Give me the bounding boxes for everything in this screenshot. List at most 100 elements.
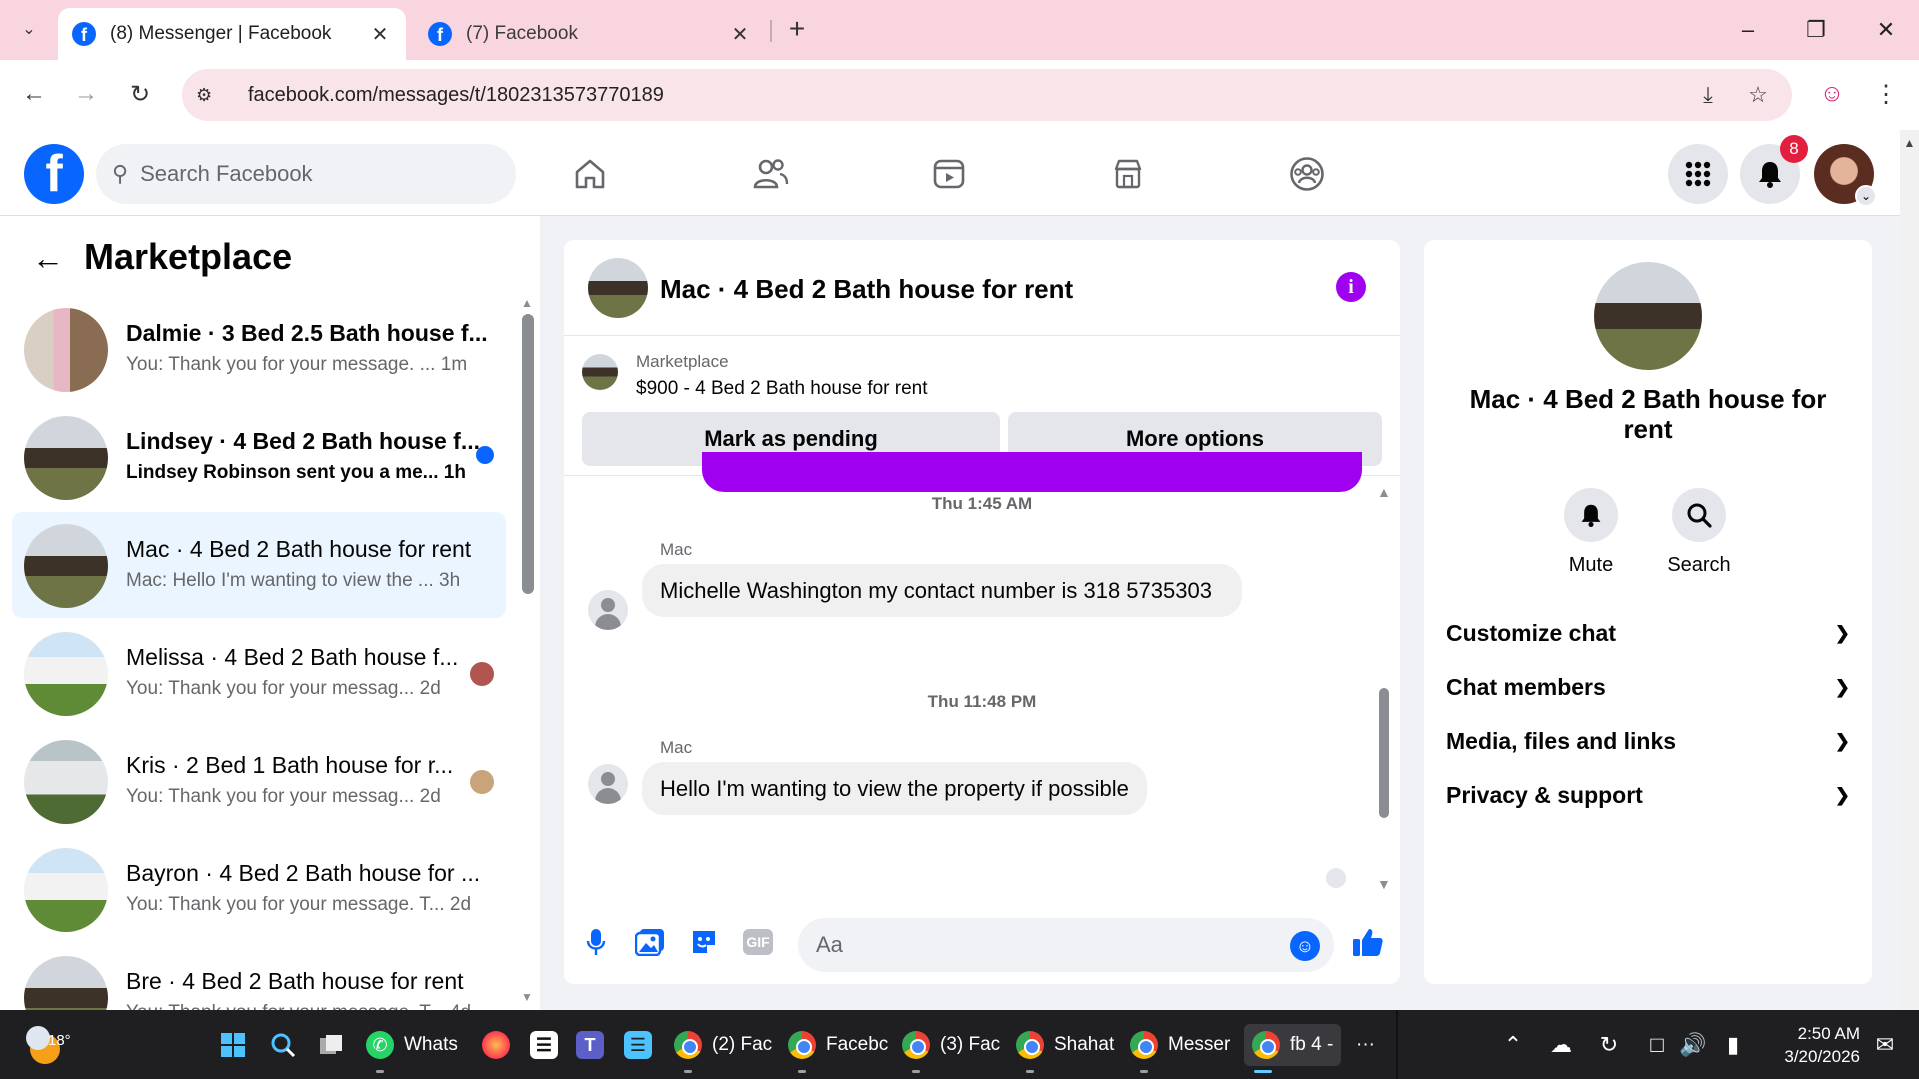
conversation-preview: Lindsey Robinson sent you a me... 1h (126, 462, 466, 484)
scroll-down-arrow-icon[interactable]: ▼ (1377, 876, 1391, 892)
taskbar-chrome-window[interactable]: (2) Fac (674, 1024, 772, 1066)
taskbar-chrome-window-active[interactable]: fb 4 - (1244, 1024, 1342, 1066)
bell-icon[interactable] (1564, 488, 1618, 542)
conversation-item[interactable]: Dalmie · 3 Bed 2.5 Bath house f... You: T… (12, 296, 506, 402)
notification-center-icon[interactable]: ✉ (1870, 1030, 1900, 1060)
scroll-up-arrow-icon[interactable]: ▲ (1900, 136, 1919, 150)
conversation-item[interactable]: Kris · 2 Bed 1 Bath house for r... You: T… (12, 728, 506, 834)
message-composer: GIF ☺ (564, 904, 1400, 984)
sender-avatar[interactable] (588, 764, 628, 804)
scroll-down-arrow-icon[interactable]: ▼ (521, 990, 533, 1004)
media-files-links-section[interactable]: Media, files and links ❯ (1446, 714, 1850, 768)
forward-button[interactable]: → (66, 74, 106, 114)
received-message-bubble[interactable]: Hello I'm wanting to view the property i… (642, 762, 1147, 815)
tab-search-button[interactable]: ⌄ (12, 12, 46, 46)
install-app-icon[interactable]: ⤓ (1692, 79, 1724, 111)
taskbar-chrome-window[interactable]: Messer (1130, 1024, 1230, 1066)
scroll-thumb[interactable] (522, 314, 534, 594)
back-arrow-icon[interactable]: ← (30, 240, 66, 276)
minimize-button[interactable]: – (1728, 10, 1768, 50)
search-icon[interactable] (1672, 488, 1726, 542)
site-info-icon[interactable]: ⚙ (196, 85, 226, 106)
conversation-item[interactable]: Lindsey · 4 Bed 2 Bath house f... Lindsey… (12, 404, 506, 510)
scroll-up-arrow-icon[interactable]: ▲ (1377, 484, 1391, 500)
photo-icon[interactable] (632, 924, 668, 960)
tab-facebook[interactable]: f (7) Facebook ✕ (414, 8, 766, 60)
taskbar-clock[interactable]: 2:50 AM 3/20/2026 (1770, 1022, 1860, 1068)
conversation-item[interactable]: Mac · 4 Bed 2 Bath house for rent Mac: He… (12, 512, 506, 618)
facebook-logo-icon[interactable]: f (24, 144, 84, 204)
sync-icon[interactable]: ↻ (1594, 1030, 1624, 1060)
active-indicator (1254, 1070, 1272, 1073)
taskbar-app-icon[interactable]: ☰ (530, 1024, 568, 1066)
customize-chat-section[interactable]: Customize chat ❯ (1446, 606, 1850, 660)
received-message-bubble[interactable]: Michelle Washington my contact number is… (642, 564, 1242, 617)
chat-list-scrollbar[interactable]: ▲ ▼ (520, 296, 534, 1006)
messages-scrollbar[interactable]: ▲ ▼ (1376, 484, 1392, 894)
close-tab-icon[interactable]: ✕ (728, 22, 752, 47)
taskbar-whatsapp[interactable]: ✆ Whats (366, 1024, 458, 1066)
chat-members-section[interactable]: Chat members ❯ (1446, 660, 1850, 714)
scroll-thumb[interactable] (1379, 688, 1389, 818)
address-bar[interactable]: ⚙ facebook.com/messages/t/18023135737701… (182, 69, 1792, 121)
url-text[interactable]: facebook.com/messages/t/1802313573770189 (248, 84, 664, 107)
thumbs-up-icon[interactable] (1350, 924, 1386, 960)
back-button[interactable]: ← (14, 74, 54, 114)
taskbar-search-icon[interactable] (270, 1024, 296, 1066)
tab-messenger[interactable]: f (8) Messenger | Facebook ✕ (58, 8, 406, 60)
conversation-title[interactable]: Mac · 4 Bed 2 Bath house for rent (660, 274, 1073, 305)
taskbar-teams-icon[interactable]: T (576, 1024, 614, 1066)
conversation-item[interactable]: Bayron · 4 Bed 2 Bath house for ... You: … (12, 836, 506, 942)
chevron-down-icon[interactable]: ⌄ (1855, 185, 1877, 207)
groups-icon[interactable] (1285, 152, 1329, 196)
listing-price-title[interactable]: $900 - 4 Bed 2 Bath house for rent (636, 378, 928, 400)
network-icon[interactable]: □ (1642, 1030, 1672, 1060)
taskbar-app-label: (3) Fac (940, 1034, 1001, 1055)
conversation-item[interactable]: Melissa · 4 Bed 2 Bath house f... You: Th… (12, 620, 506, 726)
close-window-button[interactable]: ✕ (1866, 10, 1906, 50)
taskbar-overflow-button[interactable]: ··· (1356, 1024, 1375, 1066)
reload-button[interactable]: ↻ (120, 74, 160, 114)
bookmark-star-icon[interactable]: ☆ (1742, 79, 1774, 111)
restore-button[interactable]: ❐ (1796, 10, 1836, 50)
home-icon[interactable] (568, 152, 612, 196)
taskbar-firefox-icon[interactable] (482, 1024, 520, 1066)
onedrive-icon[interactable]: ☁ (1546, 1030, 1576, 1060)
taskbar-chrome-window[interactable]: (3) Fac (902, 1024, 1000, 1066)
task-view-icon[interactable] (318, 1024, 344, 1066)
volume-icon[interactable]: 🔊 (1678, 1030, 1708, 1060)
weather-widget[interactable]: 18° (24, 1020, 84, 1070)
new-tab-button[interactable]: + (780, 12, 814, 46)
facebook-search-box[interactable]: ⚲ Search Facebook (96, 144, 516, 204)
sender-avatar[interactable] (588, 590, 628, 630)
taskbar-chrome-window[interactable]: Facebc (788, 1024, 888, 1066)
listing-thumbnail[interactable] (582, 354, 618, 390)
taskbar-notepad-icon[interactable]: ☰ (624, 1024, 662, 1066)
video-icon[interactable] (927, 152, 971, 196)
start-button[interactable] (220, 1024, 246, 1066)
scroll-up-arrow-icon[interactable]: ▲ (521, 296, 533, 310)
conversation-name: Lindsey · 4 Bed 2 Bath house f... (126, 428, 481, 454)
show-hidden-icons-chevron-icon[interactable]: ⌃ (1498, 1030, 1528, 1060)
profile-icon[interactable]: ☺ (1812, 74, 1852, 114)
search-in-conversation-button[interactable]: Search (1654, 488, 1744, 577)
battery-icon[interactable]: ▮ (1718, 1030, 1748, 1060)
sticker-icon[interactable] (686, 924, 722, 960)
message-input[interactable] (798, 918, 1334, 972)
menu-grid-button[interactable] (1668, 144, 1728, 204)
info-icon[interactable]: i (1336, 272, 1366, 302)
close-tab-icon[interactable]: ✕ (368, 22, 392, 47)
marketplace-icon[interactable] (1106, 152, 1150, 196)
page-scrollbar[interactable]: ▲ (1900, 130, 1919, 1010)
privacy-support-section[interactable]: Privacy & support ❯ (1446, 768, 1850, 822)
mute-button[interactable]: Mute (1546, 488, 1636, 577)
search-placeholder[interactable]: Search Facebook (140, 161, 312, 187)
emoji-icon[interactable]: ☺ (1290, 931, 1320, 961)
listing-photo[interactable] (1594, 262, 1702, 370)
chrome-menu-icon[interactable]: ⋮ (1866, 74, 1906, 114)
taskbar-chrome-window[interactable]: Shahat (1016, 1024, 1114, 1066)
friends-icon[interactable] (748, 152, 792, 196)
listing-thumbnail[interactable] (588, 258, 648, 318)
gif-icon[interactable]: GIF (740, 924, 776, 960)
microphone-icon[interactable] (578, 924, 614, 960)
